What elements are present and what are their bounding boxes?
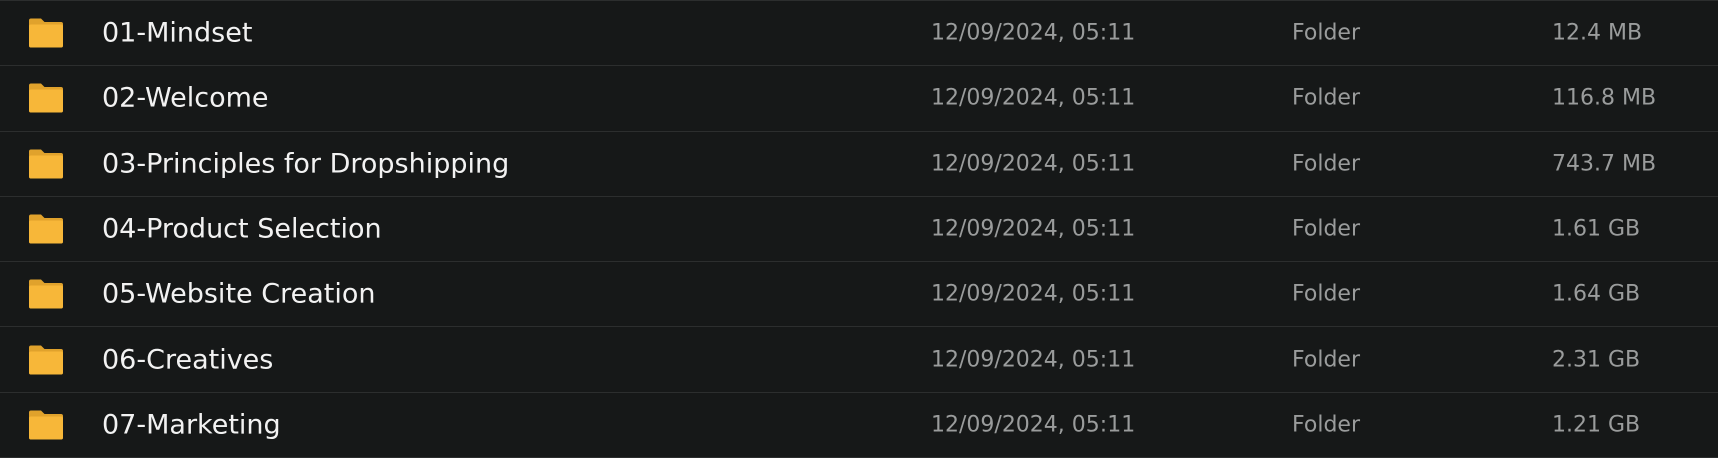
modified-date: 12/09/2024, 05:11	[931, 347, 1136, 373]
file-name: 06-Creatives	[102, 344, 274, 376]
file-row[interactable]: 06-Creatives 12/09/2024, 05:11 Folder 2.…	[0, 327, 1718, 393]
file-name: 05-Website Creation	[102, 278, 376, 310]
file-type: Folder	[1292, 412, 1360, 438]
file-size: 743.7 MB	[1552, 151, 1657, 177]
folder-icon	[27, 148, 65, 180]
file-list: 01-Mindset 12/09/2024, 05:11 Folder 12.4…	[0, 0, 1718, 458]
modified-date: 12/09/2024, 05:11	[931, 216, 1136, 242]
file-row[interactable]: 07-Marketing 12/09/2024, 05:11 Folder 1.…	[0, 393, 1718, 457]
file-name: 02-Welcome	[102, 82, 269, 114]
file-size: 12.4 MB	[1552, 20, 1643, 46]
modified-date: 12/09/2024, 05:11	[931, 281, 1136, 307]
file-size: 1.61 GB	[1552, 216, 1641, 242]
file-type: Folder	[1292, 151, 1360, 177]
folder-icon	[27, 409, 65, 441]
file-name: 03-Principles for Dropshipping	[102, 148, 510, 180]
file-size: 116.8 MB	[1552, 85, 1657, 111]
file-size: 2.31 GB	[1552, 347, 1641, 373]
file-row[interactable]: 01-Mindset 12/09/2024, 05:11 Folder 12.4…	[0, 1, 1718, 67]
file-name: 04-Product Selection	[102, 213, 382, 245]
file-row[interactable]: 03-Principles for Dropshipping 12/09/202…	[0, 132, 1718, 197]
file-row[interactable]: 04-Product Selection 12/09/2024, 05:11 F…	[0, 197, 1718, 263]
file-size: 1.21 GB	[1552, 412, 1641, 438]
file-row[interactable]: 02-Welcome 12/09/2024, 05:11 Folder 116.…	[0, 66, 1718, 132]
modified-date: 12/09/2024, 05:11	[931, 85, 1136, 111]
modified-date: 12/09/2024, 05:11	[931, 20, 1136, 46]
modified-date: 12/09/2024, 05:11	[931, 412, 1136, 438]
file-type: Folder	[1292, 85, 1360, 111]
file-type: Folder	[1292, 347, 1360, 373]
file-name: 07-Marketing	[102, 409, 281, 441]
folder-icon	[27, 213, 65, 245]
file-size: 1.64 GB	[1552, 281, 1641, 307]
file-name: 01-Mindset	[102, 17, 253, 49]
modified-date: 12/09/2024, 05:11	[931, 151, 1136, 177]
file-type: Folder	[1292, 20, 1360, 46]
folder-icon	[27, 344, 65, 376]
folder-icon	[27, 82, 65, 114]
folder-icon	[27, 17, 65, 49]
file-type: Folder	[1292, 216, 1360, 242]
file-type: Folder	[1292, 281, 1360, 307]
folder-icon	[27, 278, 65, 310]
file-row[interactable]: 05-Website Creation 12/09/2024, 05:11 Fo…	[0, 262, 1718, 328]
